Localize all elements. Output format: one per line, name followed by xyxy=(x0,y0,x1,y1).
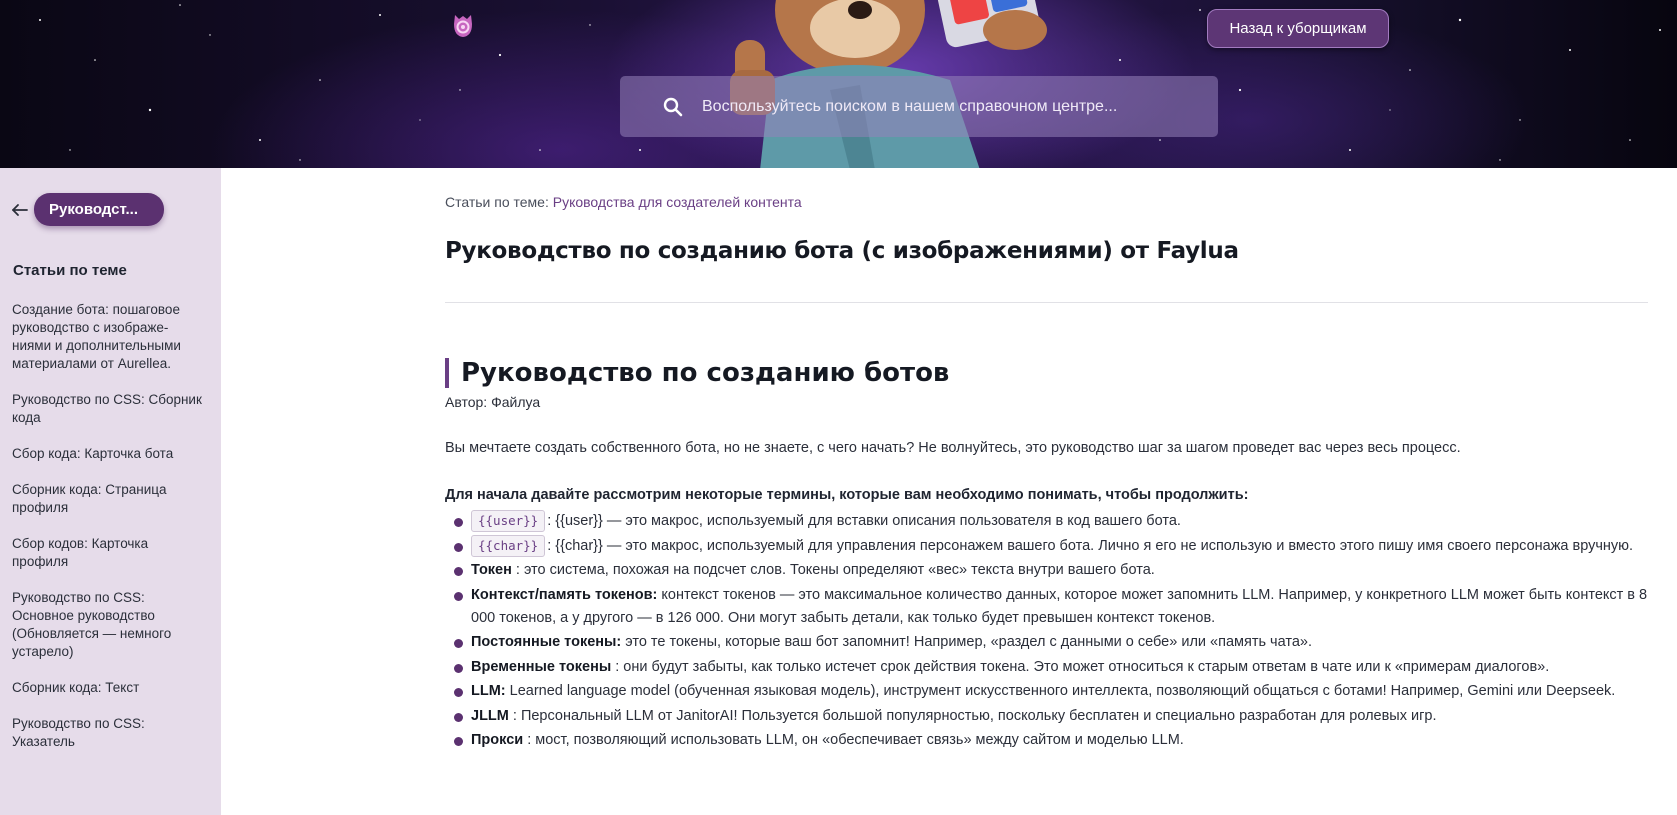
term-name: Временные токены xyxy=(471,658,612,675)
bullet-icon xyxy=(454,737,463,746)
bullet-icon xyxy=(454,567,463,576)
list-item: Временные токены : они будут забыты, как… xyxy=(445,656,1650,679)
section-heading: Руководство по созданию ботов xyxy=(445,358,949,388)
intro-paragraph: Вы мечтаете создать собственного бота, н… xyxy=(445,440,1461,456)
terms-list: {{user}}: {{user}} — это макрос, использ… xyxy=(445,510,1650,754)
search-icon xyxy=(663,97,683,116)
sidebar-item-css-main-guide[interactable]: Руководство по CSS: Основное руководство… xyxy=(12,589,202,661)
breadcrumb: Статьи по теме: Руководства для создател… xyxy=(445,194,802,210)
term-text: : это система, похожая на подсчет слов. … xyxy=(511,562,1155,578)
bullet-icon xyxy=(454,712,463,722)
list-item: Контекст/память токенов: контекст токено… xyxy=(445,584,1650,630)
term-name: Постоянные токены: xyxy=(471,634,622,650)
term-name: Токен xyxy=(471,562,512,578)
sidebar-item-code-bot-card[interactable]: Сбор кода: Карточка бота xyxy=(12,445,202,463)
author-line: Автор: Файлуа xyxy=(445,394,541,410)
inline-code: {{char}} xyxy=(471,534,546,557)
back-to-janitors-button[interactable]: Назад к уборщикам xyxy=(1207,9,1389,48)
related-articles-list: Создание бота: пошаговое руководство с и… xyxy=(12,301,202,769)
list-item: LLM: Learned language model (обученная я… xyxy=(445,680,1650,703)
sidebar-item-code-text[interactable]: Сборник кода: Текст xyxy=(12,679,202,697)
related-articles-heading: Статьи по теме xyxy=(13,262,127,279)
sidebar-item-bot-creation-guide[interactable]: Создание бота: пошаговое руководство с и… xyxy=(12,301,202,373)
terms-lead: Для начала давайте рассмотрим некоторые … xyxy=(445,487,1249,503)
breadcrumb-prefix: Статьи по теме: xyxy=(445,194,553,210)
term-name: LLM: xyxy=(471,683,506,699)
bullet-icon xyxy=(454,639,463,648)
list-item: {{char}}: {{char}} — это макрос, использ… xyxy=(445,534,1650,558)
inline-code: {{user}} xyxy=(471,510,546,532)
bullet-icon xyxy=(454,518,463,527)
search-input[interactable] xyxy=(702,97,1182,116)
term-name: JLLM xyxy=(471,707,509,724)
sidebar-item-css-code-collection[interactable]: Руководство по CSS: Сборник кода xyxy=(12,391,202,427)
bullet-icon xyxy=(454,542,463,552)
list-item: Прокси : мост, позволяющий использовать … xyxy=(445,729,1650,752)
hero-banner: Назад к уборщикам xyxy=(0,0,1677,168)
help-center-search[interactable] xyxy=(620,76,1218,137)
term-text: : мост, позволяющий использовать LLM, он… xyxy=(523,732,1184,748)
term-name: Прокси xyxy=(471,732,524,748)
list-item: {{user}}: {{user}} — это макрос, использ… xyxy=(445,510,1650,533)
sidebar-item-css-index[interactable]: Руководство по CSS: Указатель xyxy=(12,715,202,751)
sidebar-item-code-profile-page[interactable]: Сборник кода: Страница профиля xyxy=(12,481,202,517)
list-item: JLLM : Персональный LLM от JanitorAI! По… xyxy=(445,705,1650,728)
list-item: Постоянные токены: это те токены, которы… xyxy=(445,631,1650,654)
page-title: Руководство по созданию бота (с изображе… xyxy=(445,238,1239,264)
breadcrumb-link[interactable]: Руководства для создателей контента xyxy=(553,194,802,210)
term-text: : Персональный LLM от JanitorAI! Пользуе… xyxy=(508,707,1437,724)
term-text: : {{user}} — это макрос, используемый дл… xyxy=(547,513,1181,529)
category-pill-button[interactable]: Руководст... xyxy=(34,193,164,226)
term-text: : {{char}} — это макрос, используемый дл… xyxy=(547,537,1634,554)
term-text: это те токены, которые ваш бот запомнит!… xyxy=(621,634,1312,650)
back-arrow-icon[interactable] xyxy=(11,202,29,218)
list-item: Токен : это система, похожая на подсчет … xyxy=(445,559,1650,582)
sidebar-item-code-profile-card[interactable]: Сбор кодов: Карточка профиля xyxy=(12,535,202,571)
term-text: : они будут забыты, как только истечет с… xyxy=(611,658,1550,675)
brand-logo-icon[interactable] xyxy=(451,12,475,40)
term-name: Контекст/память токенов: xyxy=(471,586,658,603)
bullet-icon xyxy=(454,688,463,697)
term-text: Learned language model (обученная языков… xyxy=(505,683,1616,699)
bullet-icon xyxy=(454,663,463,673)
bullet-icon xyxy=(454,591,463,601)
title-divider xyxy=(445,302,1648,303)
